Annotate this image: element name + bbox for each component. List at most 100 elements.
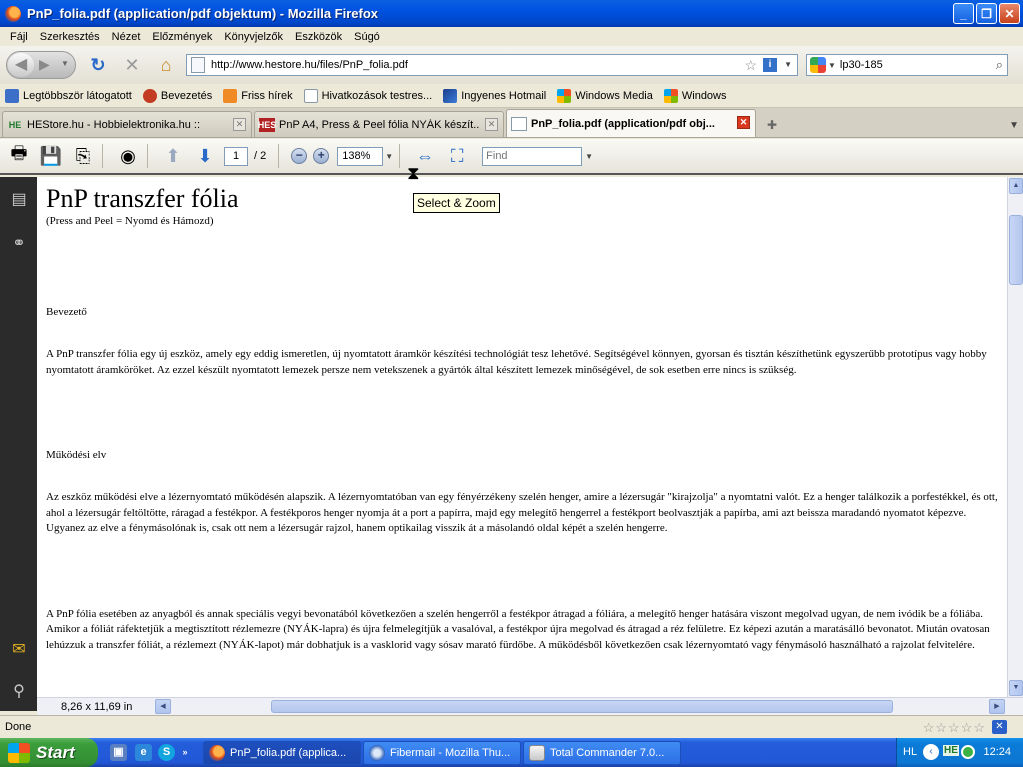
stop-button[interactable]: ✕ bbox=[120, 53, 144, 77]
save-button[interactable]: 💾 bbox=[38, 143, 64, 169]
menu-view[interactable]: Nézet bbox=[106, 31, 147, 43]
new-tab-button[interactable]: ✚ bbox=[760, 113, 784, 137]
firefox-icon bbox=[5, 5, 21, 22]
page-number-input[interactable]: 1 bbox=[224, 146, 248, 166]
star-icon[interactable]: ☆ bbox=[923, 720, 935, 736]
tab-close-icon[interactable]: ✕ bbox=[233, 118, 246, 131]
system-tray: HL ‹ HE 12:24 bbox=[896, 738, 1023, 767]
document-subtitle: (Press and Peel = Nyomd és Hámozd) bbox=[46, 215, 214, 227]
tab-close-icon[interactable]: ✕ bbox=[485, 118, 498, 131]
site-info-icon[interactable]: i bbox=[763, 58, 777, 72]
bookmark-latest-headlines[interactable]: Friss hírek bbox=[223, 88, 293, 103]
comments-icon[interactable]: ✉ bbox=[10, 639, 28, 659]
url-dropdown-icon[interactable]: ▼ bbox=[784, 60, 792, 69]
firefox-bug-icon bbox=[142, 88, 157, 103]
menu-tools[interactable]: Eszközök bbox=[289, 31, 348, 43]
page-total: / 2 bbox=[254, 150, 267, 162]
bookmark-star-icon[interactable]: ☆ bbox=[744, 57, 757, 74]
pages-icon[interactable]: ▤ bbox=[10, 189, 28, 209]
language-indicator[interactable]: HL bbox=[903, 746, 917, 758]
home-button[interactable]: ⌂ bbox=[154, 53, 178, 77]
scroll-right-icon[interactable]: ▶ bbox=[989, 699, 1005, 714]
task-thunderbird[interactable]: Fibermail - Mozilla Thu... bbox=[363, 741, 521, 765]
menu-edit[interactable]: Szerkesztés bbox=[34, 31, 106, 43]
tab-close-icon[interactable]: ✕ bbox=[737, 116, 750, 129]
tray-he-icon[interactable]: HE bbox=[943, 745, 959, 756]
history-dropdown-icon[interactable]: ▼ bbox=[61, 59, 69, 68]
menu-file[interactable]: Fájl bbox=[4, 31, 34, 43]
paragraph-intro: A PnP transzfer fólia egy új eszköz, ame… bbox=[46, 348, 987, 376]
menu-bookmarks[interactable]: Könyvjelzők bbox=[218, 31, 289, 43]
forward-button[interactable]: ▶ bbox=[39, 56, 50, 73]
start-button[interactable]: Start bbox=[0, 738, 98, 767]
back-button[interactable]: ◀ bbox=[8, 53, 34, 77]
tab-hestore[interactable]: HE HEStore.hu - Hobbielektronika.hu :: ✕ bbox=[2, 111, 252, 137]
find-input[interactable] bbox=[483, 147, 580, 165]
minimize-button[interactable]: _ bbox=[953, 3, 974, 24]
menu-help[interactable]: Súgó bbox=[348, 31, 386, 43]
tab-favicon bbox=[511, 116, 527, 131]
zoom-in-button[interactable]: + bbox=[313, 148, 330, 164]
share-button[interactable]: ⎘ bbox=[70, 143, 96, 169]
bookmark-windows-media[interactable]: Windows Media bbox=[557, 88, 653, 103]
previous-page-button[interactable]: ⬆ bbox=[160, 143, 186, 169]
bookmark-free-hotmail[interactable]: Ingyenes Hotmail bbox=[443, 88, 546, 103]
bookmark-most-visited[interactable]: Legtöbbször látogatott bbox=[5, 88, 132, 103]
rating-stars[interactable]: ☆ ☆ ☆ ☆ ☆ bbox=[923, 720, 985, 736]
print-button[interactable]: 🖶 bbox=[6, 143, 32, 169]
bookmark-windows[interactable]: Windows bbox=[663, 88, 727, 103]
quicklaunch-more-icon[interactable]: » bbox=[180, 744, 190, 761]
tab-pnp-pdf[interactable]: PnP_folia.pdf (application/pdf obj... ✕ bbox=[506, 109, 756, 137]
star-icon[interactable]: ☆ bbox=[961, 720, 973, 736]
star-icon[interactable]: ☆ bbox=[935, 720, 947, 736]
task-firefox-pdf[interactable]: PnP_folia.pdf (applica... bbox=[203, 741, 361, 765]
attachments-icon[interactable]: ⚲ bbox=[10, 681, 28, 701]
star-icon[interactable]: ☆ bbox=[973, 720, 985, 736]
horizontal-scroll-thumb[interactable] bbox=[271, 700, 893, 713]
next-page-button[interactable]: ⬇ bbox=[192, 143, 218, 169]
fit-page-button[interactable]: ⛶ bbox=[444, 143, 470, 169]
list-all-tabs-icon[interactable]: ▼ bbox=[1009, 120, 1019, 131]
horizontal-scrollbar: 8,26 x 11,69 in ◀ ▶ bbox=[37, 697, 1023, 715]
tab-label: PnP A4, Press & Peel fólia NYÁK készít..… bbox=[279, 118, 479, 131]
reload-button[interactable]: ↻ bbox=[86, 53, 110, 77]
vertical-scrollbar[interactable]: ▲ ▼ bbox=[1007, 177, 1023, 697]
zoom-dropdown-icon[interactable]: ▼ bbox=[385, 152, 393, 161]
google-engine-icon[interactable] bbox=[810, 57, 826, 73]
tab-strip: HE HEStore.hu - Hobbielektronika.hu :: ✕… bbox=[0, 108, 1023, 138]
engine-dropdown-icon[interactable]: ▼ bbox=[828, 61, 836, 70]
toolbar-separator bbox=[147, 144, 148, 168]
quicklaunch-explorer-icon[interactable]: ▣ bbox=[110, 744, 127, 761]
binoculars-icon[interactable]: ⚭ bbox=[10, 233, 28, 253]
star-icon[interactable]: ☆ bbox=[948, 720, 960, 736]
tray-status-icon[interactable] bbox=[961, 745, 975, 759]
search-input[interactable] bbox=[839, 59, 980, 71]
tab-pnp-product[interactable]: HES PnP A4, Press & Peel fólia NYÁK kész… bbox=[254, 111, 504, 137]
scroll-down-icon[interactable]: ▼ bbox=[1009, 680, 1023, 696]
pdf-toolbar: 🖶 💾 ⎘ ◉ ⬆ ⬇ 1 / 2 − + 138% ▼ ⇔ ⛶ ▼ bbox=[0, 139, 1023, 175]
vertical-scroll-thumb[interactable] bbox=[1009, 215, 1023, 285]
bookmark-customize-links[interactable]: Hivatkozások testres... bbox=[303, 88, 432, 103]
bookmark-getting-started[interactable]: Bevezetés bbox=[142, 88, 212, 103]
quicklaunch-skype-icon[interactable]: S bbox=[158, 744, 175, 761]
find-dropdown-icon[interactable]: ▼ bbox=[585, 152, 593, 161]
tab-label: PnP_folia.pdf (application/pdf obj... bbox=[531, 117, 715, 130]
scroll-up-icon[interactable]: ▲ bbox=[1009, 178, 1023, 194]
total-commander-icon bbox=[529, 745, 545, 761]
zoom-out-button[interactable]: − bbox=[291, 148, 308, 164]
quicklaunch-ie-icon[interactable]: e bbox=[135, 744, 152, 761]
search-icon[interactable]: ⌕ bbox=[996, 57, 1003, 73]
scroll-left-icon[interactable]: ◀ bbox=[155, 699, 171, 714]
window-title: PnP_folia.pdf (application/pdf objektum)… bbox=[27, 6, 379, 21]
clock: 12:24 bbox=[983, 746, 1011, 758]
web-search-icon[interactable]: ◉ bbox=[115, 143, 141, 169]
close-window-button[interactable]: ✕ bbox=[999, 3, 1020, 24]
tray-expand-icon[interactable]: ‹ bbox=[923, 744, 939, 760]
menu-history[interactable]: Előzmények bbox=[146, 31, 218, 43]
tooltip-select-zoom: Select & Zoom bbox=[413, 193, 500, 213]
zoom-level-field[interactable]: 138% bbox=[337, 146, 384, 166]
restore-button[interactable]: ❐ bbox=[976, 3, 997, 24]
url-input[interactable] bbox=[211, 59, 731, 71]
task-total-commander[interactable]: Total Commander 7.0... bbox=[523, 741, 681, 765]
addon-status-icon[interactable]: ✕ bbox=[992, 720, 1007, 734]
